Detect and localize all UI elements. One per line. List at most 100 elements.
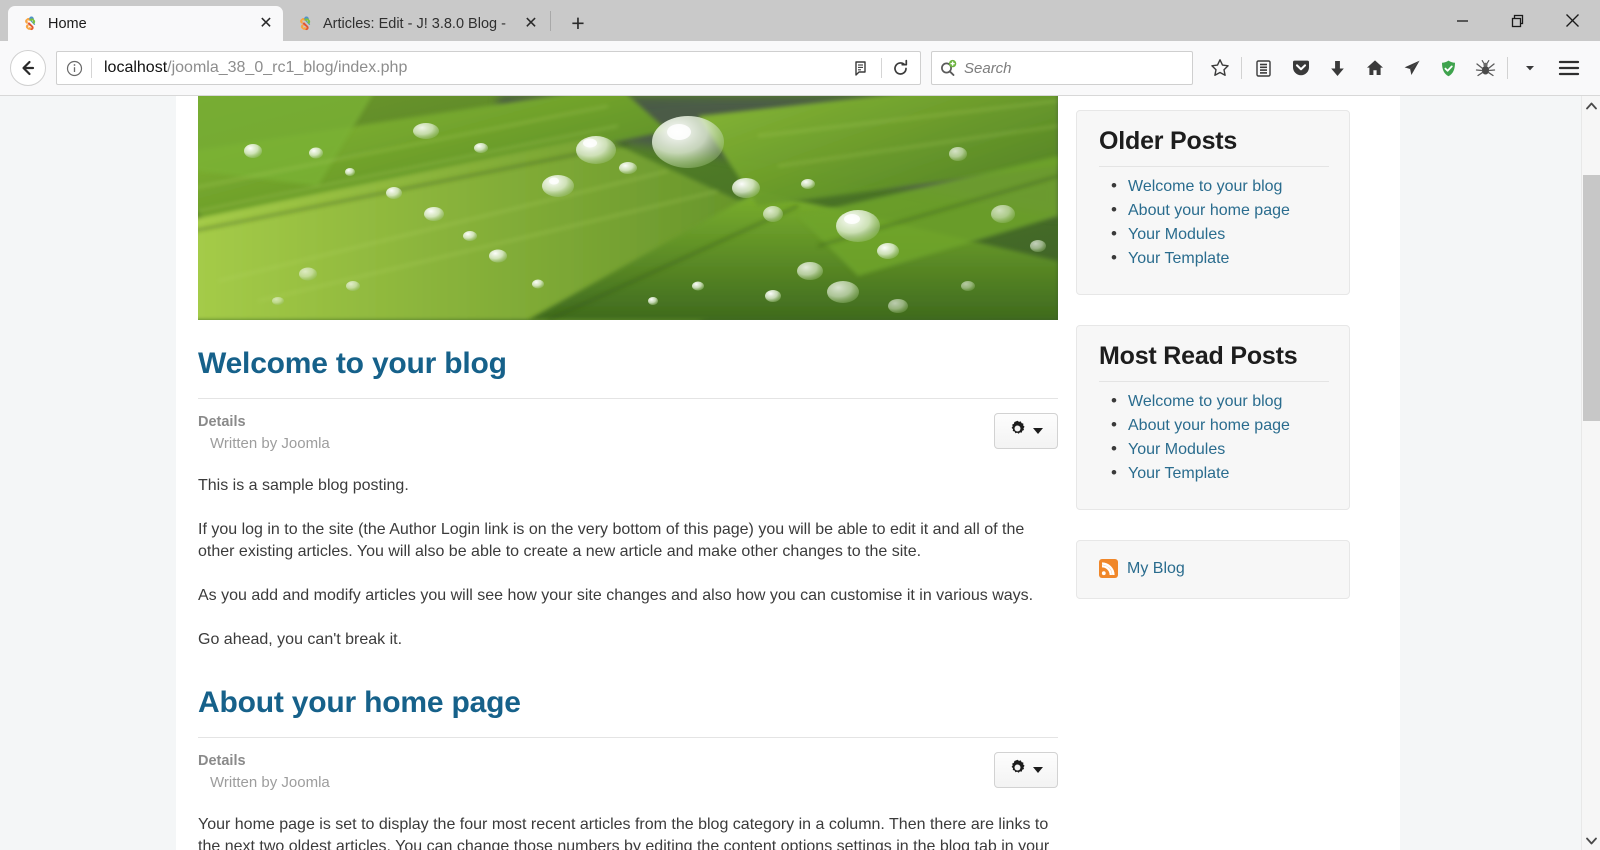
page-scrollbar[interactable] <box>1581 96 1600 850</box>
scroll-up-arrow-icon[interactable] <box>1582 96 1600 115</box>
browser-window: Home ✕ Articles: Edit - J! 3.8.0 Blog - … <box>0 0 1600 850</box>
feed-label[interactable]: My Blog <box>1127 560 1185 578</box>
bug-addon-icon[interactable] <box>1467 50 1504 86</box>
shield-green-icon[interactable] <box>1430 50 1467 86</box>
module-title: Most Read Posts <box>1099 342 1329 382</box>
close-icon[interactable] <box>1545 0 1600 41</box>
feed-link[interactable]: My Blog <box>1099 559 1329 578</box>
back-arrow-icon[interactable] <box>10 50 46 86</box>
address-bar[interactable]: localhost/joomla_38_0_rc1_blog/index.php <box>56 51 921 85</box>
details-label: Details <box>198 414 246 430</box>
new-tab-button[interactable]: + <box>561 7 595 39</box>
module-title: Older Posts <box>1099 127 1329 167</box>
gear-icon <box>1009 420 1026 442</box>
article-meta: Details Written by Joomla <box>198 413 330 452</box>
send-tab-icon[interactable] <box>1393 50 1430 86</box>
toolbar-divider-2 <box>1507 57 1508 79</box>
list-item[interactable]: Your Template <box>1099 248 1329 268</box>
article-author: Written by Joomla <box>210 435 330 452</box>
rss-icon <box>1099 559 1118 578</box>
list-item-label[interactable]: About your home page <box>1128 417 1290 434</box>
sidebar-column: Older Posts Welcome to your blog About y… <box>1076 96 1380 850</box>
chevron-down-icon[interactable] <box>1511 50 1548 86</box>
list-item-label[interactable]: Your Template <box>1128 250 1229 267</box>
article-meta-row: Details Written by Joomla <box>198 738 1058 791</box>
address-bar-actions <box>845 52 918 84</box>
library-icon[interactable] <box>1245 50 1282 86</box>
reader-view-icon[interactable] <box>845 52 881 84</box>
tab-strip: Home ✕ Articles: Edit - J! 3.8.0 Blog - … <box>0 0 595 41</box>
url-path: /joomla_38_0_rc1_blog/index.php <box>167 59 408 76</box>
chevron-down-icon <box>1033 428 1043 434</box>
browser-tab-home[interactable]: Home ✕ <box>8 6 283 41</box>
hamburger-menu-icon[interactable] <box>1548 50 1590 86</box>
article-about-your-home-page: About your home page Details Written by … <box>198 686 1058 850</box>
info-circle-icon[interactable] <box>57 52 91 84</box>
joomla-icon <box>22 15 39 32</box>
downloads-icon[interactable] <box>1319 50 1356 86</box>
page-viewport: Welcome to your blog Details Written by … <box>0 96 1600 850</box>
close-icon[interactable]: ✕ <box>520 13 542 35</box>
article-paragraph: This is a sample blog posting. <box>198 477 409 494</box>
browser-tab-articles-edit[interactable]: Articles: Edit - J! 3.8.0 Blog - ✕ <box>283 6 548 41</box>
list-item-label[interactable]: Your Modules <box>1128 226 1225 243</box>
article-paragraph: As you add and modify articles you will … <box>198 587 1034 605</box>
pocket-icon[interactable] <box>1282 50 1319 86</box>
toolbar-divider <box>1241 57 1242 79</box>
chevron-down-icon <box>1033 766 1043 773</box>
search-add-icon <box>932 59 964 78</box>
list-item[interactable]: Welcome to your blog <box>1099 176 1329 196</box>
article-welcome-to-your-blog: Welcome to your blog Details Written by … <box>198 347 1058 652</box>
list-item-label[interactable]: About your home page <box>1128 202 1290 219</box>
navigation-toolbar: localhost/joomla_38_0_rc1_blog/index.php <box>0 41 1600 96</box>
home-icon[interactable] <box>1356 50 1393 86</box>
window-controls <box>1435 0 1600 41</box>
list-item[interactable]: Your Modules <box>1099 439 1329 459</box>
search-input[interactable]: Search <box>964 60 1012 77</box>
scrollbar-thumb[interactable] <box>1583 175 1600 421</box>
bookmark-star-icon[interactable] <box>1201 50 1238 86</box>
article-title[interactable]: Welcome to your blog <box>198 347 1054 398</box>
article-options-button[interactable] <box>994 751 1058 788</box>
module-list: Welcome to your blog About your home pag… <box>1099 391 1329 483</box>
article-paragraph: If you log in to the site (the Author Lo… <box>198 520 1025 561</box>
list-item-label[interactable]: Welcome to your blog <box>1128 393 1282 410</box>
list-item-label[interactable]: Your Template <box>1128 465 1229 482</box>
article-author: Written by Joomla <box>210 773 330 791</box>
article-options-button[interactable] <box>994 413 1058 449</box>
browser-toolbar-icons <box>1201 50 1590 86</box>
list-item[interactable]: Welcome to your blog <box>1099 391 1329 411</box>
article-meta-row: Details Written by Joomla <box>198 399 1058 452</box>
browser-titlebar: Home ✕ Articles: Edit - J! 3.8.0 Blog - … <box>0 0 1600 41</box>
main-content-column: Welcome to your blog Details Written by … <box>176 96 1076 850</box>
reload-icon[interactable] <box>882 52 918 84</box>
list-item-label[interactable]: Your Modules <box>1128 441 1225 458</box>
list-item[interactable]: Your Modules <box>1099 224 1329 244</box>
scroll-down-arrow-icon[interactable] <box>1582 831 1600 850</box>
module-list: Welcome to your blog About your home pag… <box>1099 176 1329 268</box>
hero-image <box>198 96 1058 320</box>
url-text[interactable]: localhost/joomla_38_0_rc1_blog/index.php <box>92 59 845 77</box>
module-most-read-posts: Most Read Posts Welcome to your blog Abo… <box>1076 325 1350 510</box>
url-host: localhost <box>104 59 168 76</box>
article-paragraph: Your home page is set to display the fou… <box>198 815 1050 850</box>
search-bar[interactable]: Search <box>931 51 1193 85</box>
close-icon[interactable]: ✕ <box>255 13 277 35</box>
list-item[interactable]: About your home page <box>1099 415 1329 435</box>
joomla-icon <box>297 15 314 32</box>
details-label: Details <box>198 752 246 769</box>
module-older-posts: Older Posts Welcome to your blog About y… <box>1076 110 1350 295</box>
minimize-icon[interactable] <box>1435 0 1490 41</box>
list-item-label[interactable]: Welcome to your blog <box>1128 178 1282 195</box>
list-item[interactable]: About your home page <box>1099 200 1329 220</box>
list-item[interactable]: Your Template <box>1099 463 1329 483</box>
tab-title: Articles: Edit - J! 3.8.0 Blog - <box>323 15 506 32</box>
article-title[interactable]: About your home page <box>198 686 1054 737</box>
tab-divider <box>550 10 551 31</box>
article-meta: Details Written by Joomla <box>198 752 330 791</box>
module-syndication-feed: My Blog <box>1076 540 1350 599</box>
site-content-row: Welcome to your blog Details Written by … <box>176 96 1400 850</box>
gear-icon <box>1009 759 1026 781</box>
restore-icon[interactable] <box>1490 0 1545 41</box>
article-paragraph: Go ahead, you can't break it. <box>198 630 403 648</box>
